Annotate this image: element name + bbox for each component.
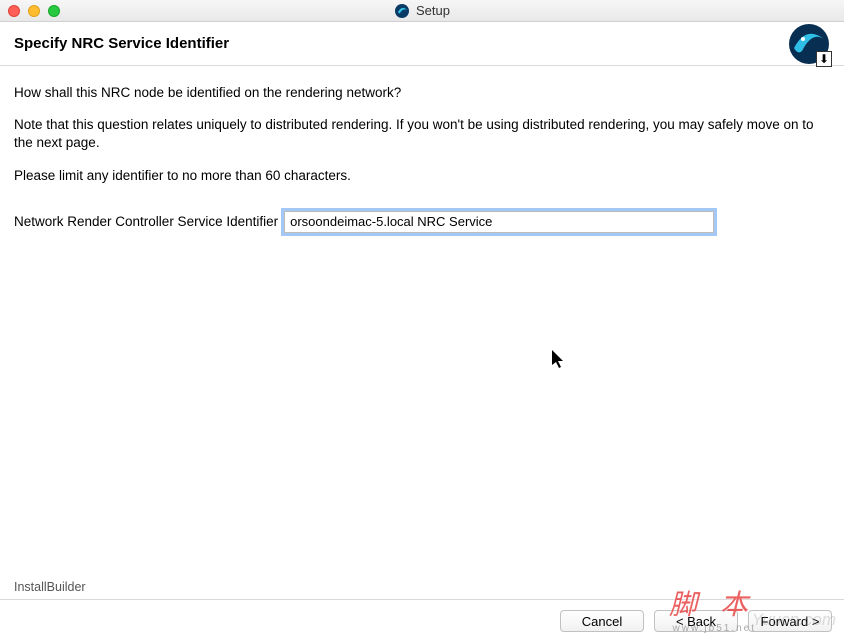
identifier-field-row: Network Render Controller Service Identi… <box>14 211 830 233</box>
footer-buttons: Cancel < Back Forward > <box>560 610 832 632</box>
product-logo: ⬇ <box>788 23 830 65</box>
identifier-input[interactable] <box>284 211 714 233</box>
installbuilder-brand: InstallBuilder <box>14 580 86 594</box>
traffic-lights <box>8 5 60 17</box>
window-titlebar: Setup <box>0 0 844 22</box>
content-area: How shall this NRC node be identified on… <box>0 66 844 247</box>
maximize-icon[interactable] <box>48 5 60 17</box>
back-button[interactable]: < Back <box>654 610 738 632</box>
cancel-button[interactable]: Cancel <box>560 610 644 632</box>
cursor-icon <box>552 350 566 373</box>
footer-separator <box>0 599 844 600</box>
window-title: Setup <box>416 3 450 18</box>
limit-text: Please limit any identifier to no more t… <box>14 167 830 185</box>
intro-question: How shall this NRC node be identified on… <box>14 84 830 102</box>
page-header: Specify NRC Service Identifier ⬇ <box>0 22 844 66</box>
close-icon[interactable] <box>8 5 20 17</box>
forward-button[interactable]: Forward > <box>748 610 832 632</box>
note-text: Note that this question relates uniquely… <box>14 116 830 152</box>
window-title-wrap: Setup <box>394 3 450 19</box>
minimize-icon[interactable] <box>28 5 40 17</box>
app-icon <box>394 3 410 19</box>
download-arrow-icon: ⬇ <box>816 51 832 67</box>
identifier-label: Network Render Controller Service Identi… <box>14 214 278 229</box>
page-title: Specify NRC Service Identifier <box>14 35 229 52</box>
